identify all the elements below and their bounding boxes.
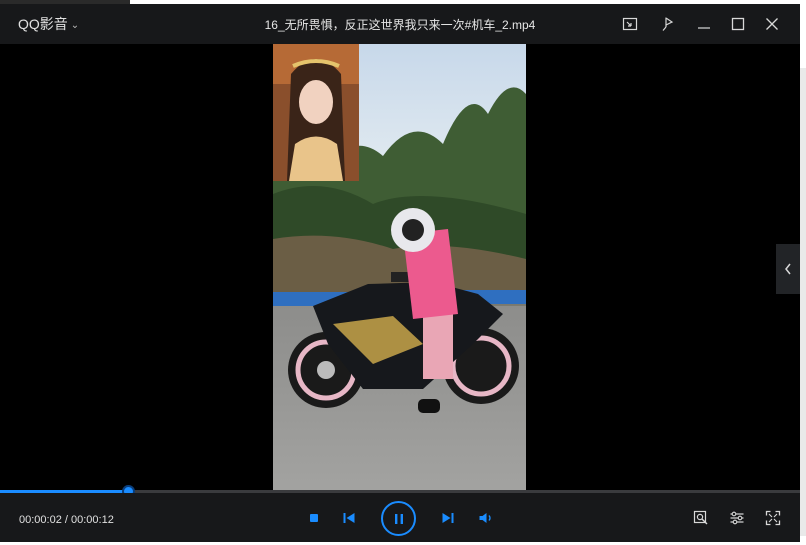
minimize-icon bbox=[698, 27, 710, 29]
picture-in-picture-overlay[interactable] bbox=[273, 44, 359, 181]
control-bar: 00:00:02 / 00:00:12 bbox=[0, 493, 800, 542]
player-window: QQ影音 ⌄ 16_无所畏惧，反正这世界我只来一次#机车_2.mp4 00:00… bbox=[0, 4, 800, 542]
close-icon bbox=[766, 18, 778, 30]
chevron-left-icon bbox=[785, 263, 791, 275]
previous-button[interactable] bbox=[340, 509, 358, 527]
side-panel-toggle[interactable] bbox=[776, 244, 800, 294]
time-display: 00:00:02 / 00:00:12 bbox=[19, 514, 114, 526]
maximize-icon bbox=[731, 17, 745, 31]
background-window-edge bbox=[799, 68, 806, 536]
volume-icon bbox=[479, 513, 491, 523]
mini-mode-button[interactable] bbox=[618, 12, 642, 36]
maximize-button[interactable] bbox=[726, 12, 750, 36]
app-brand-label: QQ影音 bbox=[18, 16, 68, 32]
chevron-down-icon: ⌄ bbox=[70, 19, 80, 31]
close-button[interactable] bbox=[760, 12, 784, 36]
volume-button[interactable] bbox=[477, 509, 495, 527]
overlay-portrait-image bbox=[273, 44, 359, 181]
screenshot-button[interactable] bbox=[691, 508, 711, 528]
minimize-button[interactable] bbox=[692, 12, 716, 36]
settings-icon bbox=[730, 511, 744, 525]
settings-button[interactable] bbox=[727, 508, 747, 528]
play-pause-button[interactable] bbox=[381, 501, 416, 536]
pin-button[interactable] bbox=[656, 12, 680, 36]
stop-button[interactable] bbox=[305, 509, 323, 527]
next-icon bbox=[442, 513, 454, 523]
screenshot-icon bbox=[693, 510, 708, 525]
fullscreen-icon bbox=[765, 510, 781, 526]
pin-icon bbox=[662, 17, 674, 31]
previous-icon bbox=[343, 513, 355, 523]
stop-icon bbox=[310, 514, 318, 522]
next-button[interactable] bbox=[439, 509, 457, 527]
title-bar[interactable]: QQ影音 ⌄ 16_无所畏惧，反正这世界我只来一次#机车_2.mp4 bbox=[0, 4, 800, 44]
window-title: 16_无所畏惧，反正这世界我只来一次#机车_2.mp4 bbox=[264, 18, 536, 32]
pause-icon bbox=[394, 513, 403, 524]
app-menu-button[interactable]: QQ影音 ⌄ bbox=[18, 14, 79, 34]
fullscreen-button[interactable] bbox=[763, 508, 783, 528]
mini-mode-icon bbox=[622, 17, 638, 31]
